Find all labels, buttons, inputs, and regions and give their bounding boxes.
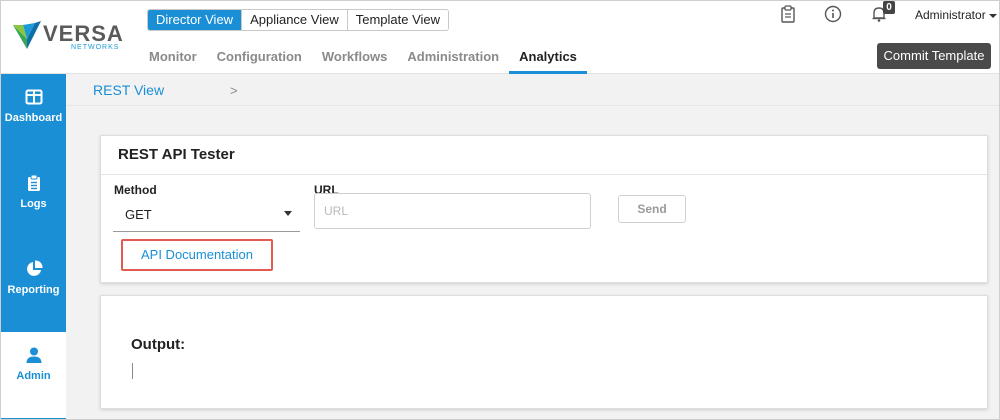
sidebar: Dashboard Logs Reporting Admin [1,74,66,419]
sidebar-item-label: Logs [20,198,47,210]
sidebar-item-label: Admin [16,370,51,382]
info-icon[interactable] [824,5,842,23]
pie-chart-icon [26,260,43,276]
card-title: REST API Tester [118,146,235,163]
user-icon [26,347,41,363]
template-view-button[interactable]: Template View [347,10,449,30]
output-label: Output: [131,336,186,353]
user-menu[interactable]: Administrator [915,8,997,22]
clipboard-icon [27,174,40,191]
api-documentation-link[interactable]: API Documentation [121,239,273,271]
sidebar-item-label: Reporting [7,284,60,296]
rest-api-tester-card: REST API Tester Method GET URL Send API … [100,135,988,283]
output-card: Output: [100,295,988,409]
clipboard-icon[interactable] [779,5,797,23]
versa-logo[interactable]: VERSA NETWORKS [13,19,123,53]
app-window: VERSA NETWORKS Director View Appliance V… [0,0,1000,420]
appliance-view-button[interactable]: Appliance View [242,10,348,30]
notification-badge: 0 [883,1,895,14]
output-text-cursor[interactable] [132,363,133,379]
sidebar-item-reporting[interactable]: Reporting [1,246,66,332]
sidebar-item-logs[interactable]: Logs [1,160,66,246]
sidebar-item-label: Dashboard [4,112,63,124]
commit-template-button[interactable]: Commit Template [877,43,991,69]
director-view-button[interactable]: Director View [148,10,243,30]
nav-monitor[interactable]: Monitor [139,41,207,74]
view-switcher: Director View Appliance View Template Vi… [147,9,450,31]
card-divider [101,174,987,175]
sidebar-item-admin[interactable]: Admin [1,332,66,418]
dashboard-icon [25,89,42,105]
send-button[interactable]: Send [618,195,686,223]
breadcrumb-separator: > [230,83,238,98]
url-input[interactable] [314,193,591,229]
top-header: VERSA NETWORKS Director View Appliance V… [1,1,999,74]
nav-configuration[interactable]: Configuration [207,41,312,74]
breadcrumb-rest-view[interactable]: REST View [93,82,164,98]
sidebar-item-dashboard[interactable]: Dashboard [1,74,66,160]
method-value: GET [125,207,152,222]
logo-mark-icon [13,21,41,49]
method-select[interactable]: GET [113,196,300,232]
logo-subtitle: NETWORKS [71,44,120,51]
nav-analytics[interactable]: Analytics [509,41,587,74]
breadcrumb: REST View > [66,74,999,106]
nav-administration[interactable]: Administration [397,41,509,74]
main-nav: Monitor Configuration Workflows Administ… [139,41,587,74]
caret-down-icon [284,211,292,216]
nav-workflows[interactable]: Workflows [312,41,398,74]
user-name: Administrator [915,8,986,22]
method-label: Method [114,183,157,197]
chevron-down-icon [988,13,997,18]
